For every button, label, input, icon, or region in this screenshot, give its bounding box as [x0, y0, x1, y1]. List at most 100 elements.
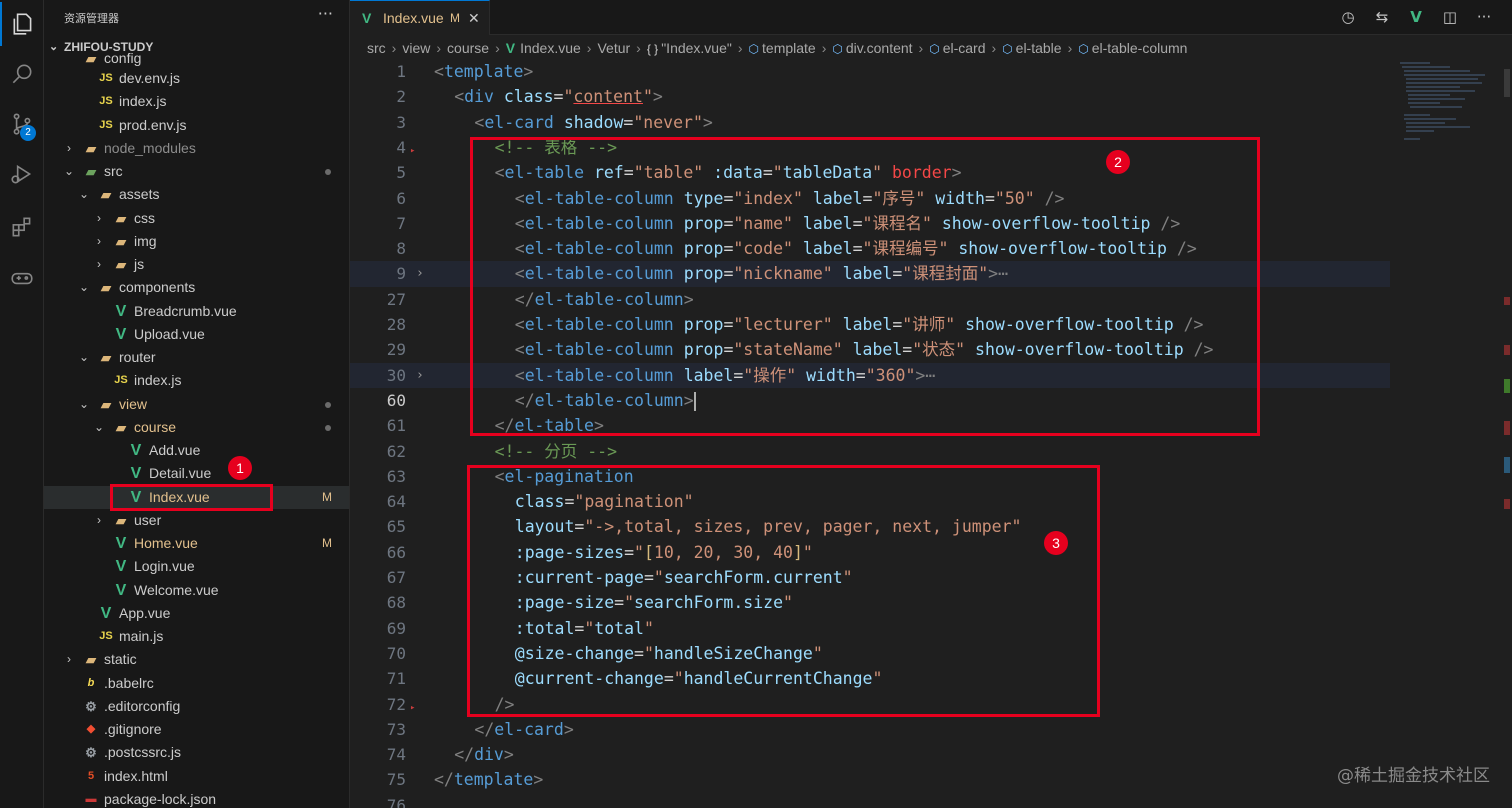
breadcrumb-item[interactable]: Vetur — [597, 40, 630, 56]
tree-item[interactable]: JS index.js — [44, 369, 349, 392]
tree-item[interactable]: b .babelrc — [44, 672, 349, 695]
breadcrumb-item[interactable]: el-card — [943, 40, 986, 56]
tree-item[interactable]: ⌄ ▰ src — [44, 160, 349, 183]
minimap[interactable] — [1390, 59, 1500, 259]
breadcrumb-item[interactable]: "Index.vue" — [661, 40, 732, 56]
tree-item[interactable]: 5 index.html — [44, 765, 349, 788]
chevron-down-icon[interactable]: ⌄ — [93, 416, 105, 439]
tree-item[interactable]: ◆ .gitignore — [44, 718, 349, 741]
chevron-right-icon[interactable]: › — [93, 253, 105, 276]
code-token: = — [623, 112, 634, 132]
code-line[interactable]: 74 </div> — [350, 742, 1390, 767]
breadcrumb-item[interactable]: src — [367, 40, 386, 56]
element-cube-icon: ⬡ — [1078, 42, 1089, 56]
code-line[interactable]: 73 </el-card> — [350, 717, 1390, 742]
code-line[interactable]: 2 <div class="content"> — [350, 84, 1390, 109]
vue-file-icon: V — [115, 558, 127, 576]
javascript-file-icon: JS — [99, 630, 113, 642]
tree-item-label: view — [119, 395, 148, 412]
code-line[interactable]: 76 — [350, 793, 1390, 808]
tree-item[interactable]: V App.vue — [44, 602, 349, 625]
vue-devtools-icon[interactable]: V — [1404, 6, 1428, 28]
breadcrumb-item[interactable]: el-table-column — [1092, 40, 1188, 56]
tree-item[interactable]: ⌄ ▰ course — [44, 416, 349, 439]
source-control-icon[interactable]: 2 — [0, 102, 44, 146]
tree-item[interactable]: JS main.js — [44, 625, 349, 648]
timeline-history-icon[interactable]: ◷ — [1336, 6, 1360, 28]
tree-item-label: components — [119, 279, 196, 296]
tree-item[interactable]: › ▰ js — [44, 253, 349, 276]
code-line[interactable]: 75 </template> — [350, 767, 1390, 792]
chevron-down-icon[interactable]: ⌄ — [78, 346, 90, 369]
fold-chevron-icon[interactable]: › — [416, 261, 424, 286]
vue-file-icon: V — [115, 325, 127, 343]
code-line[interactable]: 1 <template> — [350, 59, 1390, 84]
tree-item-label: package-lock.json — [104, 790, 217, 807]
tree-item-label: Login.vue — [134, 558, 195, 575]
breadcrumb-item[interactable]: template — [762, 40, 816, 56]
tree-item[interactable]: V Home.vue M — [44, 532, 349, 555]
more-actions-icon[interactable]: ··· — [318, 4, 333, 23]
chevron-down-icon[interactable]: ⌄ — [78, 276, 90, 299]
fold-chevron-icon[interactable]: › — [416, 363, 424, 388]
tree-item[interactable]: ⌄ ▰ assets — [44, 183, 349, 206]
chevron-down-icon[interactable]: ⌄ — [78, 183, 90, 206]
tree-item[interactable]: JS prod.env.js — [44, 114, 349, 137]
tree-item[interactable]: › ▰ css — [44, 207, 349, 230]
tree-item-label: index.js — [119, 93, 167, 110]
split-editor-icon[interactable]: ◫ — [1438, 6, 1462, 28]
tree-item[interactable]: › ▰ user — [44, 509, 349, 532]
code-line[interactable]: 62 <!-- 分页 --> — [350, 439, 1390, 464]
chevron-down-icon[interactable]: ⌄ — [78, 393, 90, 416]
chevron-right-icon[interactable]: › — [93, 230, 105, 253]
vue-file-icon: V — [100, 604, 112, 622]
tree-item[interactable]: V Welcome.vue — [44, 579, 349, 602]
tree-item[interactable]: ⌄ ▰ view — [44, 393, 349, 416]
tree-item[interactable]: V Add.vue — [44, 439, 349, 462]
git-status-badge: M — [322, 489, 332, 504]
vue-file-icon: V — [130, 442, 142, 459]
breadcrumb-item[interactable]: el-table — [1016, 40, 1062, 56]
breadcrumb-separator-icon: › — [636, 40, 641, 56]
tree-item[interactable]: ⚙ .editorconfig — [44, 695, 349, 718]
code-text: <template> — [434, 59, 533, 84]
breadcrumb-item[interactable]: div.content — [846, 40, 913, 56]
tree-item[interactable]: ▬ package-lock.json — [44, 788, 349, 808]
run-debug-icon[interactable] — [0, 152, 44, 196]
search-icon[interactable] — [0, 52, 44, 96]
vue-file-icon: V — [505, 40, 516, 56]
chevron-right-icon[interactable]: › — [93, 207, 105, 230]
breadcrumb-item[interactable]: Index.vue — [520, 40, 581, 56]
tree-item[interactable]: JS dev.env.js — [44, 67, 349, 90]
tab-index-vue[interactable]: V Index.vue M ✕ — [350, 0, 490, 35]
code-token: class — [503, 87, 554, 107]
chevron-right-icon[interactable]: › — [63, 137, 75, 160]
chevron-down-icon[interactable]: ⌄ — [63, 160, 75, 183]
tree-item[interactable]: V Upload.vue — [44, 323, 349, 346]
breadcrumb-item[interactable]: view — [402, 40, 430, 56]
more-actions-icon[interactable]: ··· — [1472, 6, 1496, 28]
tree-item[interactable]: V Breadcrumb.vue — [44, 300, 349, 323]
extensions-icon[interactable] — [0, 205, 44, 249]
tree-item[interactable]: ⚙ .postcssrc.js — [44, 741, 349, 764]
explorer-files-icon[interactable] — [0, 2, 44, 46]
breadcrumb-separator-icon: › — [436, 40, 442, 56]
tree-item[interactable]: JS index.js — [44, 90, 349, 113]
tree-item[interactable]: ⌄ ▰ router — [44, 346, 349, 369]
tree-item[interactable]: V Login.vue — [44, 555, 349, 578]
chevron-right-icon[interactable]: › — [93, 509, 105, 532]
overview-ruler[interactable] — [1500, 59, 1512, 808]
close-icon[interactable]: ✕ — [468, 1, 480, 35]
code-text: <el-card shadow="never"> — [474, 110, 712, 135]
remote-gamepad-icon[interactable] — [0, 256, 44, 300]
tree-item[interactable]: › ▰ static — [44, 648, 349, 671]
compare-changes-icon[interactable]: ⇆ — [1370, 6, 1394, 28]
code-line[interactable]: 3 <el-card shadow="never"> — [350, 110, 1390, 135]
line-number: 68 — [386, 593, 406, 613]
tree-item[interactable]: V Detail.vue — [44, 462, 349, 485]
chevron-right-icon[interactable]: › — [63, 648, 75, 671]
tree-item[interactable]: ⌄ ▰ components — [44, 276, 349, 299]
tree-item[interactable]: › ▰ img — [44, 230, 349, 253]
breadcrumb-item[interactable]: course — [447, 40, 489, 56]
tree-item[interactable]: › ▰ node_modules — [44, 137, 349, 160]
